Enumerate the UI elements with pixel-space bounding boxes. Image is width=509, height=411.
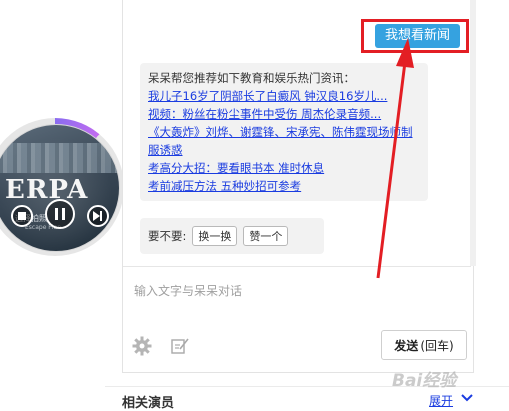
news-link[interactable]: 视频：粉丝在粉尘事件中受伤 周杰伦录音频... — [148, 105, 420, 123]
annotation-highlight-box — [361, 19, 469, 53]
like-button[interactable]: 赞一个 — [243, 226, 289, 246]
next-icon — [93, 211, 102, 221]
album-cover: ERPA 选择拍照 Escape Plan — [0, 124, 120, 252]
stop-button[interactable] — [11, 205, 33, 227]
input-divider — [123, 266, 471, 267]
list-item: 视频：粉丝在粉尘事件中受伤 周杰伦录音频... — [148, 105, 420, 123]
album-art-title: ERPA — [5, 175, 89, 205]
swap-button[interactable]: 换一换 — [192, 226, 238, 246]
news-link[interactable]: 我儿子16岁了阴部长了白癜风 钟汉良16岁儿... — [148, 87, 420, 105]
chat-input[interactable] — [132, 278, 466, 304]
album-art-skyline — [0, 143, 119, 173]
send-button-hint: (回车) — [420, 338, 454, 353]
bot-suggestion-bubble: 要不要: 换一换 赞一个 — [140, 218, 324, 254]
watermark-logo: Bai经验 — [392, 371, 457, 391]
pause-icon — [55, 208, 65, 220]
news-list: 我儿子16岁了阴部长了白癜风 钟汉良16岁儿... 视频：粉丝在粉尘事件中受伤 … — [148, 87, 420, 195]
next-button[interactable] — [87, 205, 109, 227]
music-player: ERPA 选择拍照 Escape Plan — [0, 118, 124, 256]
suggestion-label: 要不要: — [148, 229, 187, 243]
list-item: 考高分大招：要看眼书本 准时休息 — [148, 159, 420, 177]
pause-button[interactable] — [45, 199, 75, 229]
news-link[interactable]: 考前减压方法 五种妙招可参考 — [148, 177, 420, 195]
expand-link[interactable]: 展开 — [429, 392, 453, 409]
section-title-related-actors: 相关演员 — [122, 396, 175, 411]
news-link[interactable]: 《大轰炸》刘烨、谢霆锋、宋承宪、陈伟霆现场师制服诱惑 — [148, 123, 420, 159]
news-link[interactable]: 考高分大招：要看眼书本 准时休息 — [148, 159, 420, 177]
send-button[interactable]: 发送 (回车) — [381, 330, 467, 360]
list-item: 《大轰炸》刘烨、谢霆锋、宋承宪、陈伟霆现场师制服诱惑 — [148, 123, 420, 159]
list-item: 考前减压方法 五种妙招可参考 — [148, 177, 420, 195]
chat-scrollbar[interactable] — [470, 0, 476, 266]
bot-message-bubble: 呆呆帮您推荐如下教育和娱乐热门资讯： 我儿子16岁了阴部长了白癜风 钟汉良16岁… — [140, 63, 428, 201]
stop-icon — [18, 212, 26, 220]
send-button-label: 发送 — [394, 338, 419, 353]
gear-icon[interactable] — [132, 336, 152, 356]
list-item: 我儿子16岁了阴部长了白癜风 钟汉良16岁儿... — [148, 87, 420, 105]
bot-intro-text: 呆呆帮您推荐如下教育和娱乐热门资讯： — [148, 71, 355, 85]
chevron-down-icon[interactable] — [461, 392, 473, 404]
edit-icon[interactable] — [171, 337, 189, 355]
